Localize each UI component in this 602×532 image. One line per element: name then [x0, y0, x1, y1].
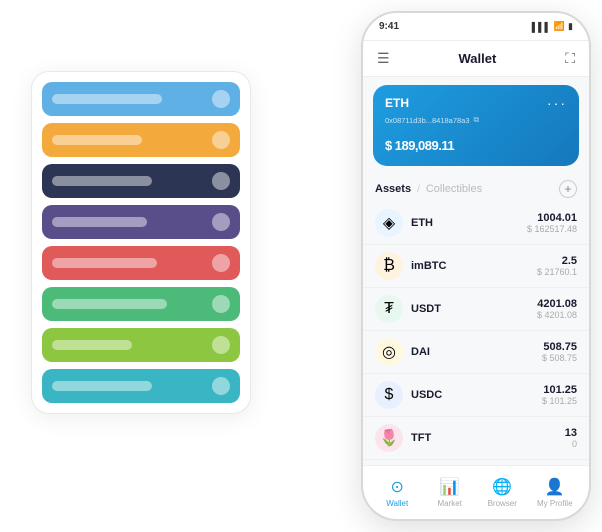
nav-label: Browser	[488, 499, 517, 508]
asset-usd: $ 508.75	[542, 353, 577, 363]
nav-icon: 👤	[545, 477, 565, 497]
asset-amount: 1004.01	[527, 212, 577, 224]
tab-separator: /	[417, 184, 420, 195]
eth-balance: $189,089.11	[385, 133, 567, 156]
asset-values: 101.25 $ 101.25	[542, 384, 577, 406]
nav-icon: 📊	[440, 477, 460, 497]
scene: 9:41 ▌▌▌ 📶 ▮ ☰ Wallet ⛶ ETH ··· 0x08711d…	[11, 11, 591, 521]
balance-amount: 189,089.11	[395, 138, 454, 153]
phone-frame: 9:41 ▌▌▌ 📶 ▮ ☰ Wallet ⛶ ETH ··· 0x08711d…	[361, 11, 591, 521]
asset-usd: $ 162517.48	[527, 224, 577, 234]
asset-item[interactable]: ₮ USDT 4201.08 $ 4201.08	[363, 288, 589, 331]
asset-list: ◈ ETH 1004.01 $ 162517.48 ₿ imBTC 2.5 $ …	[363, 202, 589, 465]
card-stack-row	[42, 123, 240, 157]
eth-card-menu[interactable]: ···	[547, 95, 567, 111]
nav-item-market[interactable]: 📊 Market	[428, 477, 472, 508]
asset-symbol: ETH	[411, 217, 527, 229]
card-stack-row	[42, 164, 240, 198]
card-stack-row	[42, 205, 240, 239]
asset-icon: 🌷	[375, 424, 403, 452]
nav-label: Wallet	[386, 499, 408, 508]
nav-icon: ⊙	[391, 477, 404, 497]
tab-group: Assets / Collectibles	[375, 183, 482, 195]
asset-amount: 4201.08	[537, 298, 577, 310]
asset-values: 1004.01 $ 162517.48	[527, 212, 577, 234]
nav-item-my-profile[interactable]: 👤 My Profile	[533, 477, 577, 508]
status-time: 9:41	[379, 21, 399, 32]
card-stack-row	[42, 328, 240, 362]
asset-item[interactable]: 🌷 TFT 13 0	[363, 417, 589, 460]
scan-icon[interactable]: ⛶	[565, 50, 575, 67]
eth-card: ETH ··· 0x08711d3b...8418a78a3 ⧉ $189,08…	[373, 85, 579, 166]
asset-symbol: TFT	[411, 432, 565, 444]
eth-token-label: ETH	[385, 96, 409, 110]
asset-values: 4201.08 $ 4201.08	[537, 298, 577, 320]
nav-label: My Profile	[537, 499, 573, 508]
asset-usd: $ 101.25	[542, 396, 577, 406]
nav-item-wallet[interactable]: ⊙ Wallet	[375, 477, 419, 508]
card-stack	[31, 71, 251, 414]
asset-item[interactable]: ◎ DAI 508.75 $ 508.75	[363, 331, 589, 374]
asset-amount: 101.25	[542, 384, 577, 396]
wallet-title: Wallet	[458, 51, 496, 66]
phone-header: ☰ Wallet ⛶	[363, 41, 589, 77]
asset-amount: 13	[565, 427, 577, 439]
eth-address: 0x08711d3b...8418a78a3 ⧉	[385, 115, 567, 125]
asset-symbol: USDT	[411, 303, 537, 315]
status-icons: ▌▌▌ 📶 ▮	[532, 21, 573, 32]
asset-icon: $	[375, 381, 403, 409]
asset-amount: 508.75	[542, 341, 577, 353]
menu-icon[interactable]: ☰	[377, 50, 390, 67]
currency-symbol: $	[385, 138, 392, 153]
card-stack-row	[42, 246, 240, 280]
tab-assets[interactable]: Assets	[375, 183, 411, 195]
asset-values: 13 0	[565, 427, 577, 449]
bottom-nav: ⊙ Wallet 📊 Market 🌐 Browser 👤 My Profile	[363, 465, 589, 519]
asset-usd: 0	[565, 439, 577, 449]
status-bar: 9:41 ▌▌▌ 📶 ▮	[363, 13, 589, 41]
eth-address-text: 0x08711d3b...8418a78a3	[385, 116, 470, 125]
asset-item[interactable]: $ USDC 101.25 $ 101.25	[363, 374, 589, 417]
asset-item[interactable]: ◈ ETH 1004.01 $ 162517.48	[363, 202, 589, 245]
add-asset-button[interactable]: +	[559, 180, 577, 198]
asset-icon: ₿	[375, 252, 403, 280]
asset-usd: $ 4201.08	[537, 310, 577, 320]
asset-item[interactable]: ₿ imBTC 2.5 $ 21760.1	[363, 245, 589, 288]
eth-card-header: ETH ···	[385, 95, 567, 111]
card-stack-row	[42, 82, 240, 116]
copy-address-icon[interactable]: ⧉	[474, 115, 480, 125]
card-stack-row	[42, 287, 240, 321]
nav-item-browser[interactable]: 🌐 Browser	[480, 477, 524, 508]
tab-collectibles[interactable]: Collectibles	[426, 183, 482, 195]
asset-symbol: imBTC	[411, 260, 537, 272]
signal-icon: ▌▌▌	[532, 22, 551, 32]
wifi-icon: 📶	[554, 21, 565, 32]
nav-label: Market	[438, 499, 462, 508]
asset-values: 2.5 $ 21760.1	[537, 255, 577, 277]
asset-icon: ₮	[375, 295, 403, 323]
card-stack-row	[42, 369, 240, 403]
battery-icon: ▮	[568, 21, 573, 32]
assets-tabs: Assets / Collectibles +	[363, 174, 589, 202]
nav-icon: 🌐	[492, 477, 512, 497]
phone-body: ETH ··· 0x08711d3b...8418a78a3 ⧉ $189,08…	[363, 77, 589, 465]
asset-symbol: USDC	[411, 389, 542, 401]
asset-icon: ◎	[375, 338, 403, 366]
asset-symbol: DAI	[411, 346, 542, 358]
asset-values: 508.75 $ 508.75	[542, 341, 577, 363]
asset-amount: 2.5	[537, 255, 577, 267]
asset-icon: ◈	[375, 209, 403, 237]
asset-usd: $ 21760.1	[537, 267, 577, 277]
